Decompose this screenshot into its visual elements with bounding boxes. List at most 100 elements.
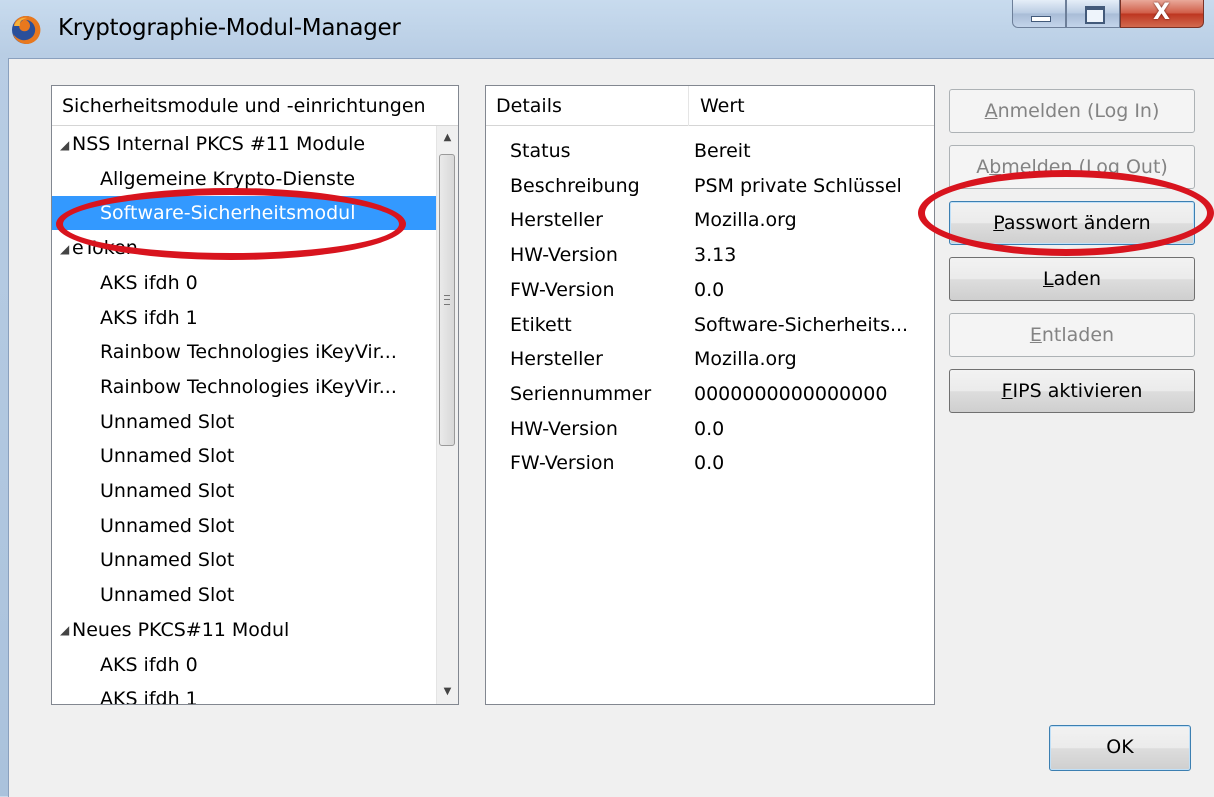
tree-item-label: Unnamed Slot [100, 445, 235, 468]
title-bar[interactable]: Kryptographie-Modul-Manager X [0, 0, 1214, 58]
details-value: 0.0 [694, 278, 725, 301]
tree-item-label: Unnamed Slot [100, 514, 235, 537]
login-button[interactable]: Anmelden (Log In) [949, 89, 1195, 133]
tree-item-label: Allgemeine Krypto-Dienste [100, 167, 356, 190]
tree-item[interactable]: Rainbow Technologies iKeyVir... [52, 370, 438, 404]
tree-item[interactable]: AKS ifdh 0 [52, 648, 438, 682]
modules-tree[interactable]: Sicherheitsmodule und -einrichtungen ◢ NS… [51, 85, 459, 705]
change-password-button[interactable]: Passwort ändern [949, 201, 1195, 245]
close-button[interactable]: X [1120, 0, 1204, 28]
column-separator[interactable] [688, 86, 689, 126]
tree-item[interactable]: Unnamed Slot [52, 439, 438, 473]
window-title: Kryptographie-Modul-Manager [58, 15, 401, 41]
expand-triangle-icon[interactable]: ◢ [60, 232, 72, 266]
logout-label: melden (Log Out) [1001, 156, 1168, 178]
details-row[interactable]: HW-Version 3.13 [486, 238, 934, 272]
details-key: Status [510, 140, 571, 162]
tree-item-label: NSS Internal PKCS #11 Module [72, 133, 366, 155]
load-label: aden [1053, 268, 1102, 290]
load-mnemonic: L [1042, 268, 1054, 290]
column-header-details[interactable]: Details [496, 95, 562, 117]
details-row[interactable]: FW-Version 0.0 [486, 446, 934, 480]
fips-mnemonic: F [1001, 380, 1013, 402]
details-value: PSM private Schlüssel [694, 174, 902, 197]
dialog-client-area: Sicherheitsmodule und -einrichtungen ◢ NS… [8, 58, 1214, 797]
details-table[interactable]: Details Wert Status Bereit Beschreibung PSM… [485, 85, 935, 705]
tree-item[interactable]: AKS ifdh 0 [52, 266, 438, 300]
column-header-value[interactable]: Wert [700, 95, 745, 117]
ok-button[interactable]: OK [1049, 725, 1191, 771]
tree-item[interactable]: Unnamed Slot [52, 405, 438, 439]
tree-item[interactable]: AKS ifdh 1 [52, 301, 438, 335]
tree-item-label: Rainbow Technologies iKeyVir... [100, 375, 397, 398]
maximize-button[interactable] [1066, 0, 1120, 28]
details-value: 0.0 [694, 417, 725, 440]
details-key: Hersteller [510, 348, 603, 371]
details-header: Details Wert [486, 86, 934, 126]
tree-item[interactable]: ◢ NSS Internal PKCS #11 Module [52, 127, 438, 161]
change-password-mnemonic: P [993, 212, 1004, 234]
window-frame: Kryptographie-Modul-Manager X Sicherheit… [0, 0, 1214, 797]
tree-item[interactable]: Software-Sicherheitsmodul [52, 196, 438, 231]
tree-item-label: AKS ifdh 1 [100, 306, 198, 329]
details-value: 3.13 [694, 244, 737, 267]
tree-item[interactable]: ◢ Neues PKCS#11 Modul [52, 613, 438, 647]
minimize-icon [1031, 16, 1051, 22]
details-row[interactable]: Status Bereit [486, 134, 934, 168]
tree-item-label: Rainbow Technologies iKeyVir... [100, 341, 397, 364]
tree-item[interactable]: Unnamed Slot [52, 509, 438, 543]
details-key: Seriennummer [510, 382, 652, 405]
logout-button[interactable]: Abmelden (Log Out) [949, 145, 1195, 189]
tree-item-label: Unnamed Slot [100, 410, 235, 433]
tree-item-label: Unnamed Slot [100, 584, 235, 607]
details-row[interactable]: Hersteller Mozilla.org [486, 342, 934, 376]
details-value: Bereit [694, 140, 751, 162]
tree-item[interactable]: Unnamed Slot [52, 474, 438, 508]
details-row[interactable]: HW-Version 0.0 [486, 412, 934, 446]
load-button[interactable]: Laden [949, 257, 1195, 301]
close-icon: X [1153, 0, 1170, 25]
scroll-up-icon[interactable]: ▲ [437, 128, 458, 148]
tree-item-label: Software-Sicherheitsmodul [100, 202, 356, 225]
details-row[interactable]: Seriennummer 0000000000000000 [486, 377, 934, 411]
tree-item[interactable]: ◢ eToken [52, 231, 438, 265]
details-key: HW-Version [510, 417, 618, 440]
details-value: 0000000000000000 [694, 382, 888, 405]
details-value: Mozilla.org [694, 348, 797, 371]
tree-item[interactable]: Allgemeine Krypto-Dienste [52, 162, 438, 196]
caption-buttons: X [1012, 0, 1204, 28]
tree-item[interactable]: Unnamed Slot [52, 578, 438, 612]
expand-triangle-icon[interactable]: ◢ [60, 128, 72, 162]
details-value: 0.0 [694, 452, 725, 475]
scroll-down-icon[interactable]: ▼ [437, 682, 458, 702]
expand-triangle-icon[interactable]: ◢ [60, 613, 72, 647]
tree-header[interactable]: Sicherheitsmodule und -einrichtungen [52, 86, 458, 126]
logout-label-pre: A [976, 156, 990, 178]
minimize-button[interactable] [1012, 0, 1066, 28]
details-key: FW-Version [510, 452, 615, 475]
tree-item-label: Unnamed Slot [100, 480, 235, 502]
details-value: Software-Sicherheits... [694, 313, 909, 336]
fips-button[interactable]: FIPS aktivieren [949, 369, 1195, 413]
details-key: Hersteller [510, 209, 603, 232]
tree-item-label: Unnamed Slot [100, 549, 235, 572]
details-key: HW-Version [510, 244, 618, 267]
tree-item[interactable]: Unnamed Slot [52, 543, 438, 577]
details-row[interactable]: FW-Version 0.0 [486, 273, 934, 307]
details-row[interactable]: Hersteller Mozilla.org [486, 203, 934, 237]
unload-label: ntladen [1041, 324, 1115, 346]
details-key: Etikett [510, 313, 572, 336]
details-row[interactable]: Beschreibung PSM private Schlüssel [486, 169, 934, 203]
unload-button[interactable]: Entladen [949, 313, 1195, 357]
tree-scrollbar[interactable]: ▲ ▼ [436, 126, 458, 704]
maximize-icon [1085, 6, 1105, 24]
tree-item[interactable]: Rainbow Technologies iKeyVir... [52, 335, 438, 369]
tree-item-label: eToken [72, 237, 138, 260]
logout-mnemonic: b [989, 156, 1002, 178]
scrollbar-thumb[interactable] [439, 154, 455, 446]
tree-item-label: AKS ifdh 0 [100, 271, 198, 294]
fips-label: IPS aktivieren [1012, 380, 1143, 402]
tree-item[interactable]: AKS ifdh 1 [52, 682, 438, 704]
details-row[interactable]: Etikett Software-Sicherheits... [486, 308, 934, 342]
login-label: nmelden (Log In) [997, 100, 1160, 122]
